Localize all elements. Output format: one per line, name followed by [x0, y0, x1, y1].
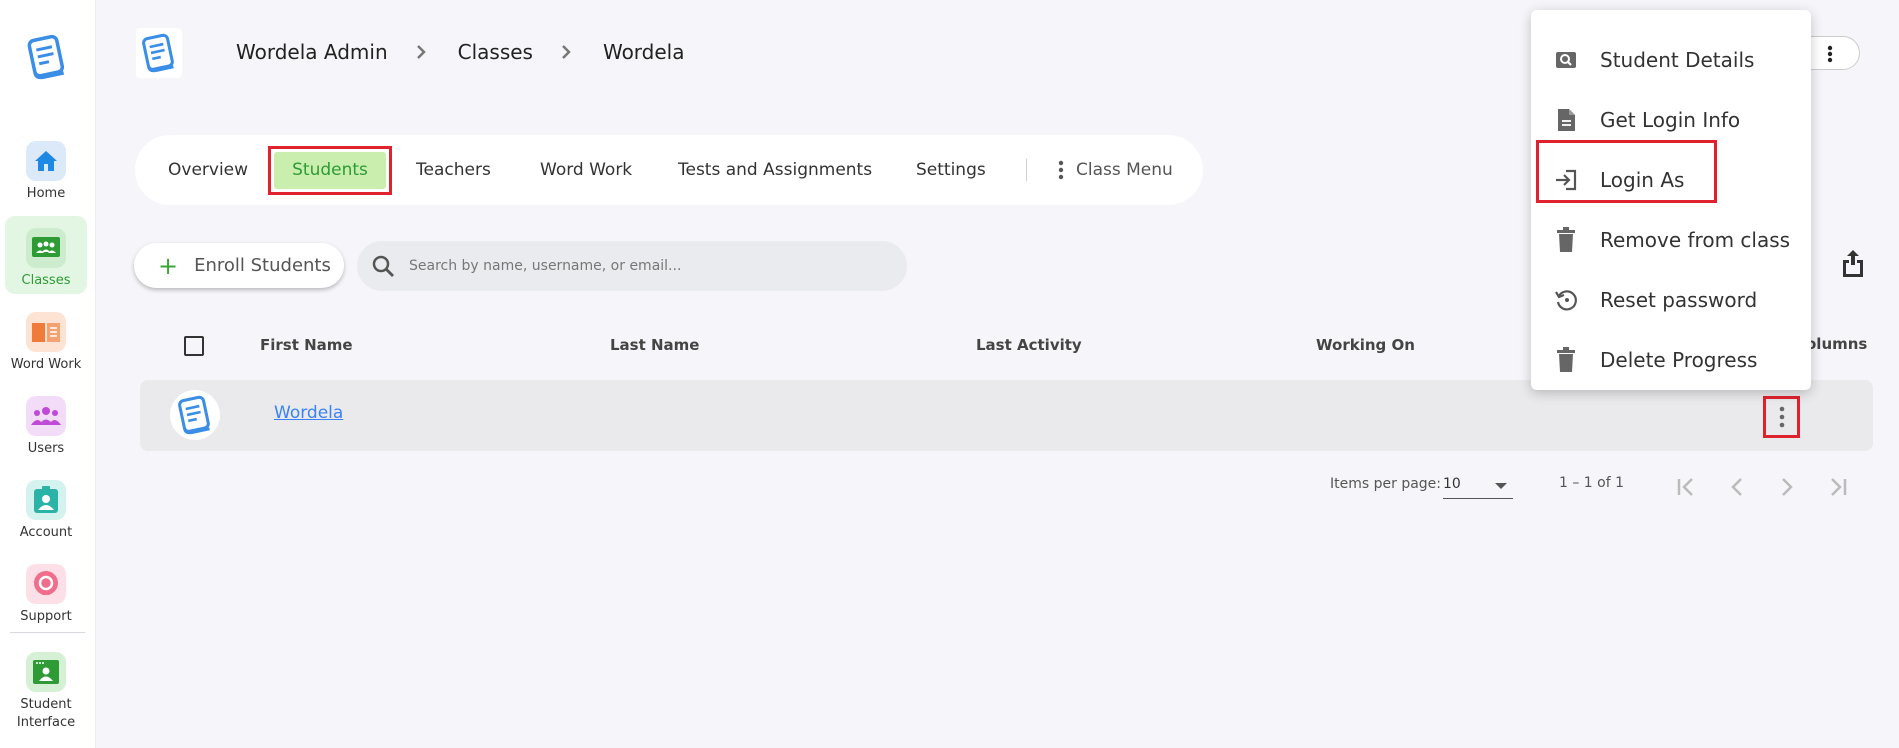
menu-item-label: Student Details [1600, 48, 1755, 72]
menu-item-label: Reset password [1600, 288, 1758, 312]
chevron-left-icon [1731, 478, 1742, 496]
plus-icon: + [158, 251, 179, 280]
reset-icon [1553, 287, 1579, 313]
sidebar-item-users[interactable]: Users [5, 384, 87, 462]
last-page-icon [1831, 478, 1847, 496]
search-input[interactable] [409, 258, 849, 274]
breadcrumb: Wordela Admin Classes Wordela [236, 38, 685, 66]
items-per-page-value: 10 [1443, 476, 1461, 492]
sidebar-item-label: Account [19, 525, 73, 540]
menu-item-student-details[interactable]: Student Details [1531, 30, 1811, 90]
more-vertical-icon [1058, 160, 1064, 180]
chevron-right-icon [1782, 478, 1793, 496]
sidebar-item-label: Home [26, 186, 66, 201]
classroom-icon [26, 228, 66, 268]
sidebar-item-label: Word Work [10, 357, 82, 372]
class-logo-icon [136, 28, 182, 78]
previous-page-button[interactable] [1714, 464, 1760, 510]
home-icon [26, 141, 66, 181]
items-per-page-label: Items per page: [1330, 476, 1442, 492]
breadcrumb-item-admin[interactable]: Wordela Admin [236, 40, 388, 64]
menu-item-remove-from-class[interactable]: Remove from class [1531, 210, 1811, 270]
support-icon [26, 564, 66, 604]
tab-tests-assignments[interactable]: Tests and Assignments [678, 135, 872, 205]
menu-item-label: Delete Progress [1600, 348, 1758, 372]
student-details-icon [1553, 47, 1579, 73]
tab-word-work[interactable]: Word Work [540, 135, 632, 205]
row-more-button[interactable] [1763, 396, 1800, 438]
sidebar: Home Classes Word Work Users Account Sup… [0, 0, 96, 748]
first-page-button[interactable] [1664, 464, 1710, 510]
chevron-right-icon [416, 44, 426, 60]
sidebar-item-student-interface[interactable]: Student Interface [5, 640, 87, 734]
breadcrumb-item-current: Wordela [602, 40, 685, 64]
first-page-icon [1677, 478, 1693, 496]
items-per-page-select[interactable]: 10 [1443, 471, 1513, 499]
login-icon [1553, 167, 1579, 193]
menu-item-login-as[interactable]: Login As [1531, 150, 1811, 210]
sidebar-item-label: Users [27, 441, 65, 456]
sidebar-item-classes[interactable]: Classes [5, 216, 87, 294]
column-header-working-on[interactable]: Working On [1316, 336, 1415, 354]
menu-item-label: Get Login Info [1600, 108, 1741, 132]
avatar [170, 390, 220, 440]
search-box [357, 241, 907, 291]
tab-students[interactable]: Students [274, 152, 386, 189]
sidebar-divider [10, 632, 85, 633]
class-menu-label: Class Menu [1076, 160, 1173, 180]
menu-item-label: Login As [1600, 168, 1685, 192]
tab-settings[interactable]: Settings [916, 135, 986, 205]
menu-item-delete-progress[interactable]: Delete Progress [1531, 330, 1811, 390]
sidebar-item-label: Support [20, 609, 72, 624]
open-book-icon [26, 312, 66, 352]
column-header-first-name[interactable]: First Name [260, 336, 353, 354]
sidebar-item-label: Student Interface [16, 697, 76, 730]
tab-divider [1026, 159, 1027, 181]
export-icon[interactable] [1840, 248, 1866, 278]
student-actions-menu: Student Details Get Login Info Login As … [1531, 10, 1811, 390]
menu-item-reset-password[interactable]: Reset password [1531, 270, 1811, 330]
document-icon [1553, 107, 1579, 133]
class-menu-button[interactable]: Class Menu [1058, 135, 1173, 205]
wordela-logo-icon[interactable] [24, 32, 70, 82]
last-page-button[interactable] [1814, 464, 1860, 510]
student-interface-icon [26, 652, 66, 692]
search-icon [372, 255, 394, 277]
select-all-checkbox[interactable] [184, 336, 204, 356]
id-card-icon [26, 480, 66, 520]
class-tabs: Overview Students Teachers Word Work Tes… [135, 135, 1203, 205]
trash-icon [1553, 227, 1579, 253]
breadcrumb-item-classes[interactable]: Classes [458, 40, 533, 64]
trash-icon [1553, 347, 1579, 373]
more-vertical-icon [1827, 45, 1833, 67]
caret-down-icon [1495, 483, 1507, 489]
enroll-students-label: Enroll Students [194, 255, 331, 276]
menu-item-label: Remove from class [1600, 228, 1791, 252]
sidebar-item-account[interactable]: Account [5, 468, 87, 546]
enroll-students-button[interactable]: + Enroll Students [134, 243, 344, 288]
pagination-range: 1 – 1 of 1 [1559, 475, 1625, 491]
columns-toggle[interactable]: olumns [1806, 335, 1867, 353]
chevron-right-icon [561, 44, 571, 60]
highlight-box: Students [268, 146, 392, 195]
more-vertical-icon [1779, 406, 1784, 428]
users-icon [26, 396, 66, 436]
sidebar-item-home[interactable]: Home [5, 129, 87, 207]
next-page-button[interactable] [1764, 464, 1810, 510]
sidebar-item-support[interactable]: Support [5, 552, 87, 630]
column-header-last-name[interactable]: Last Name [610, 336, 699, 354]
tab-overview[interactable]: Overview [168, 135, 248, 205]
tab-teachers[interactable]: Teachers [416, 135, 491, 205]
sidebar-item-word-work[interactable]: Word Work [5, 300, 87, 378]
table-row: Wordela [140, 380, 1873, 451]
sidebar-item-label: Classes [21, 273, 71, 288]
student-name-link[interactable]: Wordela [274, 403, 343, 423]
column-header-last-activity[interactable]: Last Activity [976, 336, 1082, 354]
